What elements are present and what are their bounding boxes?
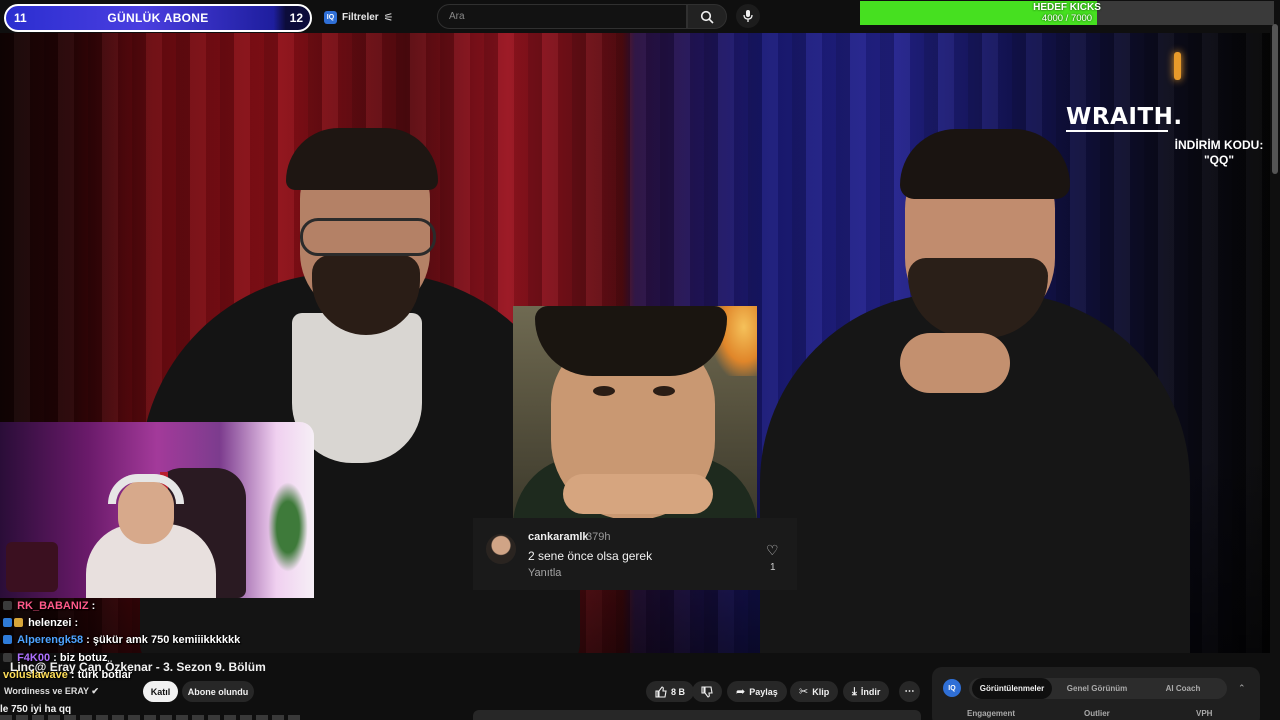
chat-fragment: le 750 iyi ha qq [0,704,72,715]
childhood-photo-overlay [513,306,757,518]
clip-label: Klip [812,686,830,697]
voice-search-button[interactable] [736,4,760,28]
chat-fragment-cutoff [0,715,300,720]
chat-badge [3,618,12,627]
search-icon [700,10,714,24]
like-count: 8 B [671,686,686,697]
clip-button[interactable]: ✂ Klip [790,681,839,702]
streamer-facecam [0,422,314,598]
more-actions-button[interactable]: ⋯ [899,681,920,702]
chat-badge [3,601,12,610]
filters-label: Filtreler [342,11,379,23]
iq-logo: IQ [943,679,961,697]
download-button[interactable]: ⤓ İndir [843,681,890,702]
filters-button[interactable]: IQ Filtreler ⚟ [324,7,394,27]
comment-avatar [486,534,516,564]
download-label: İndir [860,686,881,697]
chat-badge [14,618,23,627]
search-input[interactable]: Ara [437,4,687,29]
scissors-icon: ✂ [799,685,809,698]
kicks-goal-title: HEDEF KICKS [1033,2,1101,13]
iq-columns: Engagement Outlier VPH [932,709,1260,720]
search-button[interactable] [687,4,727,29]
chat-badge [3,635,12,644]
photo-eye-right [653,386,675,396]
sponsor-brand: WRAITH. [1066,104,1183,130]
guest-left-hair [286,128,438,190]
comment-username: cankaramlk [528,531,589,543]
guest-left-glasses [300,218,436,256]
iq-filter-icon: IQ [324,10,337,24]
photo-hair [535,306,727,376]
channel-name-text: Wordiness ve ERAY [4,686,89,696]
verified-icon: ✔ [91,686,99,696]
chevron-up-icon[interactable]: ⌃ [1238,683,1246,694]
cam-plant [268,482,308,572]
col-vph: VPH [1196,709,1213,718]
kicks-goal-count: 4000 / 7000 [1041,13,1093,24]
photo-hands [563,474,713,514]
chat-message: Alperengk58 : şükür amk 750 kemiiikkkkkk [3,634,240,646]
promo-label: İNDİRİM KODU: [1174,138,1264,152]
top-bar: 11 GÜNLÜK ABONE 12 IQ Filtreler ⚟ Ara HE… [0,0,1280,33]
chat-username: RK_BABANIZ [17,600,89,612]
like-button[interactable]: 8 B [646,681,695,702]
download-icon: ⤓ [852,685,857,698]
dislike-icon [701,685,713,698]
more-icon: ⋯ [904,686,915,697]
share-icon: ➦ [736,685,746,698]
kicks-goal-bar: HEDEF KICKS 4000 / 7000 [860,1,1274,25]
iq-tabs: Görüntülenmeler Genel Görünüm AI Coach [969,678,1227,699]
cam-shelf [6,542,58,592]
description-box[interactable] [473,710,921,720]
share-label: Paylaş [749,686,778,697]
like-icon [655,685,667,698]
host-right-hair [900,129,1070,199]
comment-reply-link: Yanıtla [528,567,562,579]
comment-time: 379h [586,531,611,543]
comment-text: 2 sene önce olsa gerek [528,549,653,563]
lamp-light [1174,52,1181,80]
tab-ai-coach[interactable]: AI Coach [1141,678,1225,699]
daily-sub-goal: 11 GÜNLÜK ABONE 12 [4,4,312,32]
sub-goal-title: GÜNLÜK ABONE [107,11,209,25]
tab-views[interactable]: Görüntülenmeler [972,678,1052,699]
tab-overview[interactable]: Genel Görünüm [1057,678,1137,699]
share-button[interactable]: ➦ Paylaş [727,681,787,702]
photo-eye-left [593,386,615,396]
search-placeholder: Ara [449,11,465,22]
subscribed-button[interactable]: Abone olundu [182,681,254,702]
col-outlier: Outlier [1084,709,1110,718]
chat-message: RK_BABANIZ : [3,600,95,612]
comment-like-count: 1 [770,562,776,573]
dislike-button[interactable] [692,681,722,702]
promo-value: "QQ" [1203,153,1235,167]
channel-name[interactable]: Wordiness ve ERAY ✔ [4,686,99,697]
host-right-hand [900,333,1010,393]
promo-code: İNDİRİM KODU: "QQ" [1174,138,1264,168]
chat-username: Alperengk58 [17,634,84,646]
chat-text: şükür amk 750 kemiiikkkkkk [92,634,241,646]
comment-overlay: cankaramlk 379h 2 sene önce olsa gerek Y… [473,518,797,590]
chat-username: helenzei [28,617,72,629]
join-button[interactable]: Katıl [143,681,178,702]
video-title: Linç@ Eray Can Özkenar - 3. Sezon 9. Böl… [10,660,266,674]
col-engagement: Engagement [967,709,1016,718]
chat-message: helenzei : [3,617,78,629]
sub-goal-target: 12 [289,11,303,25]
heart-icon: ♡ [766,542,779,558]
sponsor-underline [1066,130,1168,132]
sliders-icon: ⚟ [383,10,394,24]
scrollbar-thumb[interactable] [1272,24,1278,174]
mic-icon [743,10,753,22]
